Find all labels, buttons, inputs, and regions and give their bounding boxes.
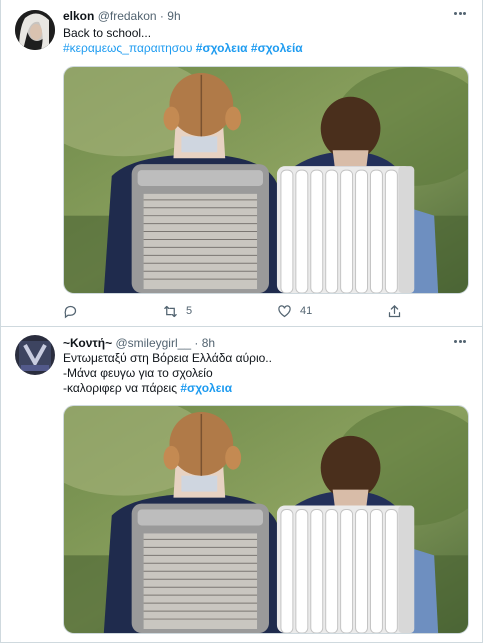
retweet-button[interactable]: 5: [163, 302, 192, 320]
avatar[interactable]: [15, 335, 55, 375]
tweet[interactable]: ~Κοντή~ @smileygirl__ · 8h Εντωμεταξύ στ…: [1, 328, 482, 643]
separator: ·: [194, 336, 199, 350]
tweet-header: elkon @fredakon · 9h: [63, 9, 181, 23]
more-icon[interactable]: [454, 340, 468, 346]
retweet-count: 5: [186, 305, 193, 317]
tweet-image[interactable]: [63, 405, 469, 634]
timeline: elkon @fredakon · 9h Back to school... #…: [0, 0, 483, 643]
like-count: 41: [300, 305, 313, 317]
like-button[interactable]: 41: [277, 302, 312, 320]
hashtag-link[interactable]: #σχολεια: [180, 381, 232, 395]
tweet-line: Back to school...: [63, 26, 152, 40]
retweet-icon: [164, 305, 177, 317]
tweet-line: -Μάνα φευγω για το σχολείο: [63, 366, 213, 380]
hashtag-link[interactable]: #σχολεία: [251, 41, 303, 55]
tweet-image[interactable]: [63, 66, 469, 294]
more-icon[interactable]: [454, 12, 468, 18]
tweet-line: Εντωμεταξύ στη Βόρεια Ελλάδα αύριο..: [63, 351, 272, 365]
separator: ·: [159, 9, 164, 23]
tweet-actions: 5 41: [63, 302, 463, 320]
tweet-header: ~Κοντή~ @smileygirl__ · 8h: [63, 336, 215, 350]
username[interactable]: @smileygirl__: [115, 336, 191, 350]
tweet-line: -καλοριφερ να πάρεις: [63, 381, 178, 395]
display-name[interactable]: elkon: [63, 9, 94, 23]
tweet[interactable]: elkon @fredakon · 9h Back to school... #…: [1, 0, 482, 327]
avatar[interactable]: [15, 10, 55, 50]
username[interactable]: @fredakon: [98, 9, 157, 23]
hashtag-link[interactable]: #σχολεια: [196, 41, 248, 55]
like-icon: [278, 304, 291, 317]
display-name[interactable]: ~Κοντή~: [63, 336, 112, 350]
reply-icon: [64, 305, 77, 318]
reply-button[interactable]: [63, 302, 86, 320]
tweet-text: Back to school... #κεραμεως_παραιτησου #…: [63, 26, 303, 56]
tweet-text: Εντωμεταξύ στη Βόρεια Ελλάδα αύριο.. -Μά…: [63, 351, 272, 396]
timestamp[interactable]: 9h: [167, 9, 180, 23]
share-icon: [388, 304, 401, 317]
timestamp[interactable]: 8h: [202, 336, 215, 350]
hashtag-link[interactable]: #κεραμεως_παραιτησου: [63, 41, 192, 55]
share-button[interactable]: [387, 302, 402, 320]
